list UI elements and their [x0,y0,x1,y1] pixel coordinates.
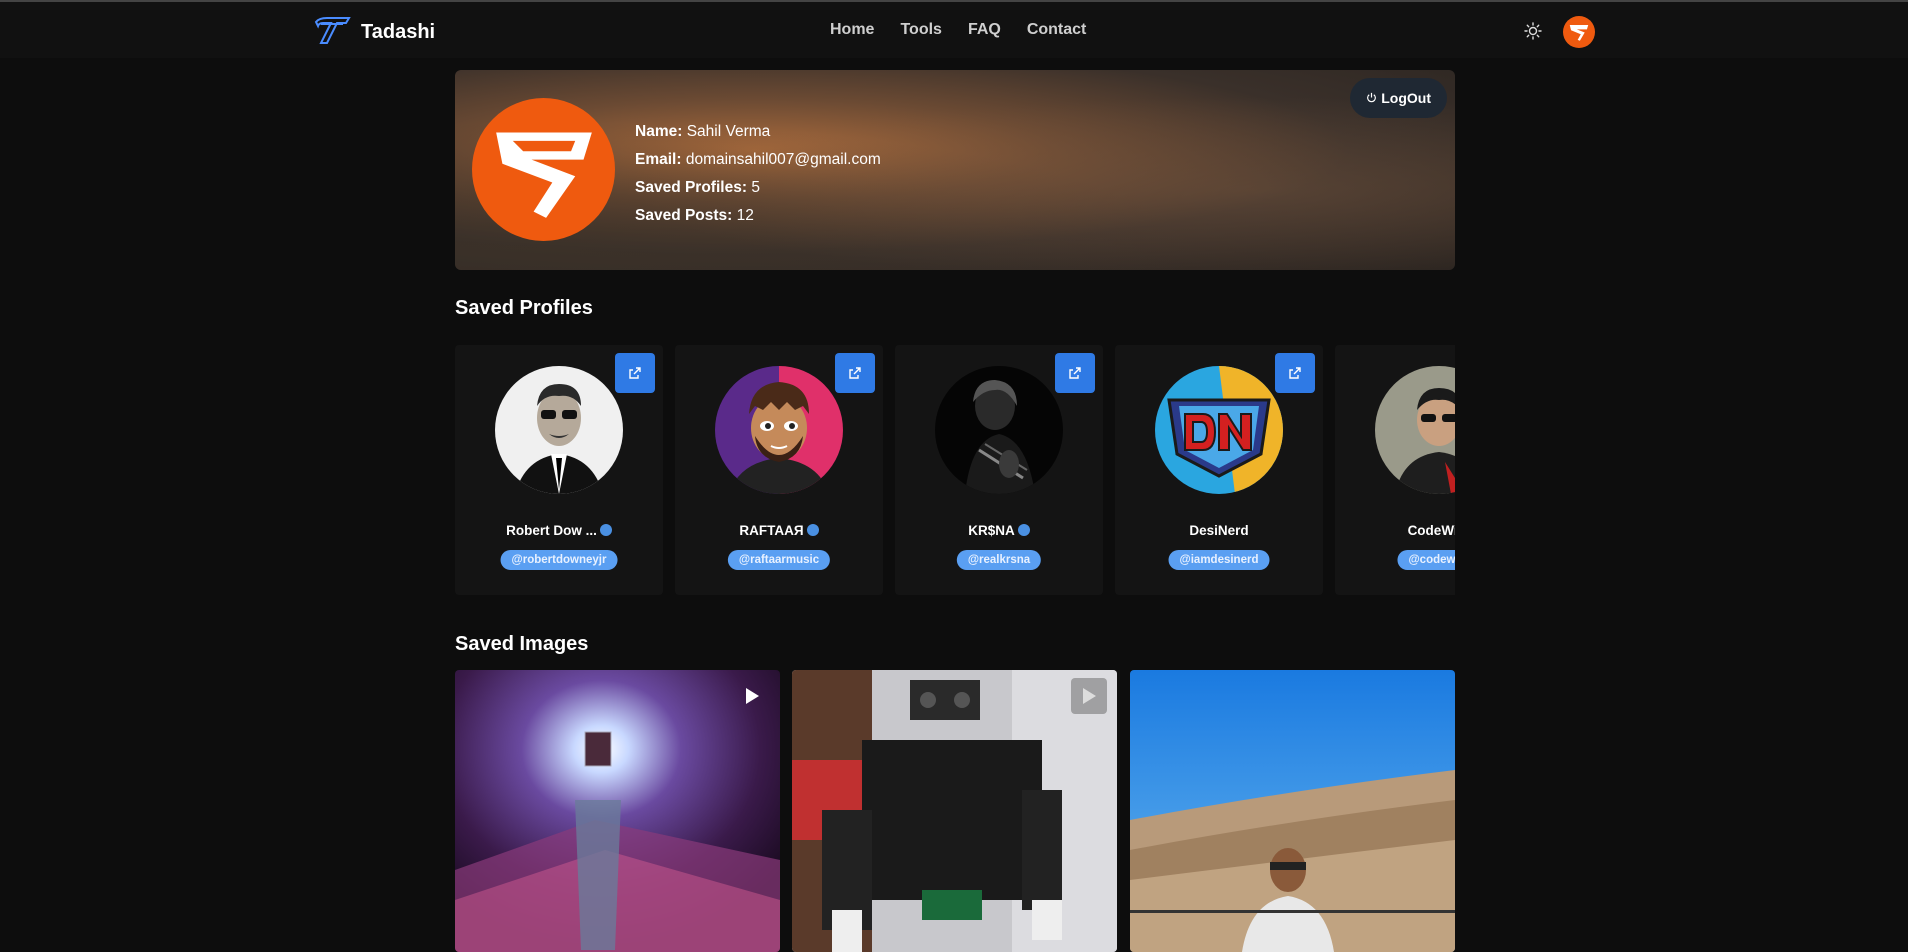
saved-profiles-row: Saved Profiles: 5 [635,174,881,202]
saved-profiles-label: Saved Profiles: [635,179,747,196]
profile-handle-badge[interactable]: @robertdowneyjr [500,550,618,570]
sun-icon[interactable] [1524,22,1542,40]
profile-handle-badge[interactable]: @raftaarmusic [727,550,831,570]
logout-label: LogOut [1381,90,1431,106]
saved-posts-count: 12 [736,207,754,224]
profile-picture [1375,366,1455,494]
open-external-icon[interactable] [835,353,875,393]
saved-posts-row: Saved Posts: 12 [635,202,881,230]
profile-info: Name: Sahil Verma Email: domainsahil007@… [635,118,881,230]
profile-name: RAFTAAЯ [675,523,883,538]
saved-image [455,670,780,952]
verified-badge-icon [1017,524,1030,536]
open-external-icon[interactable] [1055,353,1095,393]
open-external-icon[interactable] [1275,353,1315,393]
profile-card-item[interactable]: RAFTAAЯ @raftaarmusic [675,345,883,595]
brand-title: Tadashi [361,21,436,43]
profile-picture [495,366,623,494]
profile-handle-badge[interactable]: @realkrsna [956,550,1042,570]
power-icon [1366,90,1377,106]
profile-card-item[interactable]: CodeWith @codewith [1335,345,1455,595]
brand[interactable]: Tadashi [313,16,435,49]
nav-faq[interactable]: FAQ [968,21,1001,39]
main-nav: Home Tools FAQ Contact [830,21,1086,39]
saved-profiles-title: Saved Profiles [455,297,593,319]
saved-image-card[interactable] [455,670,780,952]
profile-email-row: Email: domainsahil007@gmail.com [635,146,881,174]
saved-images-grid [455,670,1455,952]
profile-name: Sahil Verma [686,123,771,140]
profile-email: domainsahil007@gmail.com [685,151,881,168]
play-icon[interactable] [734,678,770,714]
verified-badge-icon [599,524,612,536]
profile-card-item[interactable]: Robert Dow ... @robertdowneyjr [455,345,663,595]
saved-image-card[interactable] [792,670,1117,952]
profile-name-text: RAFTAAЯ [739,523,804,538]
saved-profiles-count: 5 [751,179,760,196]
profile-name-row: Name: Sahil Verma [635,118,881,146]
profile-name-text: KR$NA [968,523,1015,538]
profile-name: DesiNerd [1189,523,1249,538]
top-navbar: Tadashi Home Tools FAQ Contact [0,2,1908,58]
profile-name: Robert Dow ... [455,523,663,538]
profile-name: KR$NA [895,523,1103,538]
verified-badge-icon [806,524,819,536]
open-external-icon[interactable] [615,353,655,393]
play-icon[interactable] [1071,678,1107,714]
logout-button[interactable]: LogOut [1350,78,1447,118]
nav-tools[interactable]: Tools [900,21,941,39]
profile-handle-badge[interactable]: @codewith [1397,550,1455,570]
profile-picture [715,366,843,494]
profile-name-text: Robert Dow ... [506,523,597,538]
saved-images-title: Saved Images [455,633,589,655]
profile-picture [1155,366,1283,494]
profile-avatar [472,98,615,241]
saved-profiles-list[interactable]: Robert Dow ... @robertdowneyjr RAFTAAЯ @… [455,345,1455,595]
profile-card-item[interactable]: KR$NA @realkrsna [895,345,1103,595]
saved-image-card[interactable] [1130,670,1455,952]
saved-image [1130,670,1455,952]
saved-image [792,670,1117,952]
saved-posts-label: Saved Posts: [635,207,733,224]
nav-contact[interactable]: Contact [1027,21,1087,39]
user-avatar[interactable] [1563,16,1595,48]
nav-home[interactable]: Home [830,21,874,39]
profile-card: Name: Sahil Verma Email: domainsahil007@… [455,70,1455,270]
profile-picture [935,366,1063,494]
profile-card-item[interactable]: DesiNerd @iamdesinerd [1115,345,1323,595]
email-label: Email: [635,151,682,168]
profile-handle-badge[interactable]: @iamdesinerd [1168,550,1270,570]
name-label: Name: [635,123,683,140]
profile-name: CodeWith [1407,523,1455,538]
tadashi-logo-icon [313,16,351,49]
